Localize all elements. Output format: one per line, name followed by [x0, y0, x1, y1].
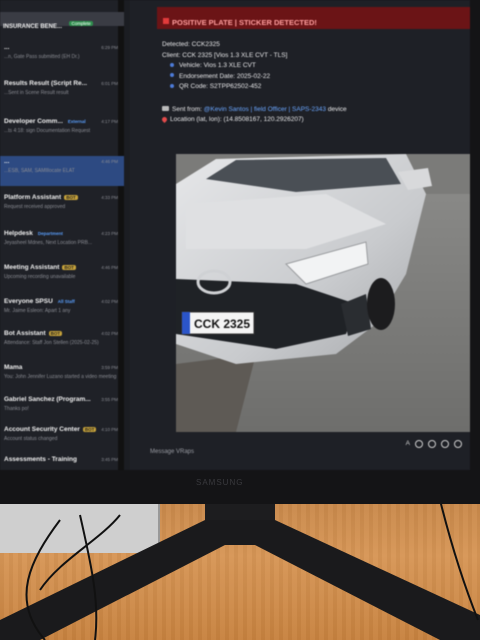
qr-value: S2TPP62502-452: [209, 83, 262, 90]
bot-badge: BOT: [64, 194, 78, 200]
sidebar-item-preview: Account status changed: [4, 436, 58, 442]
timestamp: 4:02 PM: [101, 299, 118, 304]
bot-badge: BOT: [48, 330, 63, 336]
message-composer[interactable]: Message VRaps A: [146, 432, 470, 460]
emoji-icon[interactable]: [415, 440, 423, 448]
sidebar-item-preview: ...n, Gate Pass submitted (EH Dr.): [4, 54, 80, 60]
sidebar-item-title: INSURANCE BENE...: [3, 24, 63, 30]
endorsement-label: Endorsement Date:: [179, 72, 236, 80]
timestamp: 3:55 PM: [101, 397, 118, 402]
sidebar-item-preview: Upcoming recording unavailable: [4, 274, 76, 280]
status-badge: Complete: [69, 21, 93, 27]
sent-suffix: device: [327, 105, 347, 113]
detected-value: CCK2325: [191, 41, 220, 48]
screen: INSURANCE BENE... Complete ... ...n, Gat…: [0, 0, 470, 470]
list-item[interactable]: Assessments - Training 3:45 PM: [0, 454, 124, 470]
vehicle-label: Vehicle:: [179, 62, 202, 69]
list-item[interactable]: Developer Comm... External ...ts 4:18: si…: [0, 116, 124, 146]
sidebar-item-title: Account Security Center: [4, 426, 80, 433]
sidebar-item-preview: ...Sent in Scene Result result: [4, 90, 69, 96]
timestamp: 3:59 PM: [101, 365, 118, 370]
timestamp: 6:01 PM: [101, 81, 118, 86]
sidebar-item-preview: Attendance: Staff Jon Stellen (2025-02-2…: [4, 340, 99, 346]
license-plate-text: CCK 2325: [194, 317, 250, 331]
all-staff-badge: All Staff: [57, 298, 75, 304]
list-item[interactable]: Results Result (Script Re... ...Sent in …: [0, 78, 124, 108]
endorsement-value: 2025-02-22: [236, 72, 271, 80]
alert-flag-icon: [163, 17, 169, 24]
sidebar-item-title: Platform Assistant: [4, 194, 62, 201]
timestamp: 4:17 PM: [101, 119, 118, 124]
detected-label: Detected:: [162, 41, 190, 48]
alert-title: POSITIVE PLATE | STICKER DETECTED!: [172, 18, 317, 27]
bullet-icon: [170, 73, 174, 78]
monitor: SAMSUNG INSURANCE BENE... Complete ... .…: [0, 0, 480, 504]
sidebar-item-title: Developer Comm...: [4, 118, 63, 125]
composer-toolbar: A: [406, 440, 462, 448]
timestamp: 4:46 PM: [101, 265, 118, 270]
chat-panel: POSITIVE PLATE | STICKER DETECTED! Detec…: [130, 0, 470, 470]
message-input-placeholder[interactable]: Message VRaps: [150, 449, 194, 455]
sidebar-item-preview: You: John Jennifer Luzano started a vide…: [4, 374, 117, 380]
sidebar-item-title: Everyone SPSU: [4, 298, 53, 305]
list-item[interactable]: ... ...n, Gate Pass submitted (EH Dr.) 6…: [0, 42, 124, 72]
list-item[interactable]: Everyone SPSU All Staff Mr. Jaime Esleon:…: [0, 296, 124, 326]
location-label: Location (lat, lon):: [170, 116, 222, 123]
sidebar-item-preview: Thanks po!: [4, 406, 29, 412]
timestamp: 4:46 PM: [101, 159, 118, 164]
sidebar-item-preview: ...ESB, SAM, SAMIllocate ELAT: [4, 168, 75, 174]
sidebar-item-preview: ...ts 4:18: sign Documentation Request: [4, 128, 91, 134]
car-photo-attachment[interactable]: CCK 2325: [176, 154, 470, 432]
sidebar-item-title: Helpdesk: [4, 230, 33, 237]
mention-icon[interactable]: [428, 440, 436, 448]
list-item[interactable]: Meeting Assistant BOT Upcoming recording …: [0, 262, 124, 292]
sender-mention-link[interactable]: @Kevin Santos | field Officer | SAPS-234…: [204, 106, 326, 113]
text-format-icon[interactable]: A: [406, 440, 410, 448]
sent-label: Sent from:: [172, 105, 202, 113]
timestamp: 4:02 PM: [101, 331, 118, 336]
sidebar-item-preview: Request received approved: [4, 204, 66, 210]
sidebar-item-title: Meeting Assistant: [4, 264, 60, 271]
timestamp: 4:10 PM: [101, 427, 118, 432]
add-icon[interactable]: [454, 440, 462, 448]
list-item[interactable]: Account Security Center BOT Account statu…: [0, 424, 124, 454]
qr-label: QR Code:: [179, 83, 208, 90]
photo-scene: SAMSUNG INSURANCE BENE... Complete ... .…: [0, 0, 480, 640]
external-badge: External: [67, 118, 86, 124]
client-value: CCK 2325 [Vios 1.3 XLE CVT - TLS]: [182, 51, 288, 59]
sidebar-item-preview: Jeyasheel Mdnes, Next Location PRB...: [4, 240, 93, 246]
monitor-brand: SAMSUNG: [196, 478, 244, 487]
bot-badge: BOT: [82, 426, 97, 432]
timestamp: 4:23 PM: [101, 231, 118, 236]
list-item[interactable]: Platform Assistant BOT Request received a…: [0, 192, 124, 222]
list-item[interactable]: Bot Assistant BOT Attendance: Staff Jon S…: [0, 328, 124, 358]
alert-header: POSITIVE PLATE | STICKER DETECTED!: [157, 7, 470, 29]
chat-sidebar: INSURANCE BENE... Complete ... ...n, Gat…: [0, 0, 124, 470]
timestamp: 4:33 PM: [101, 195, 118, 200]
bot-badge: BOT: [62, 264, 76, 270]
bullet-icon: [170, 83, 174, 88]
list-item[interactable]: Gabriel Sanchez (Program... Thanks po! 3…: [0, 394, 124, 424]
sidebar-item-insurance[interactable]: INSURANCE BENE... Complete: [0, 12, 124, 30]
speech-bubble-icon: [162, 106, 169, 112]
location-value: (14.8508167, 120.2926207): [223, 116, 304, 123]
sidebar-item-title: Bot Assistant: [4, 330, 46, 337]
bullet-icon: [170, 62, 174, 67]
vehicle-value: Vios 1.3 XLE CVT: [203, 62, 256, 69]
timestamp: 6:29 PM: [101, 45, 118, 50]
sidebar-item-preview: Mr. Jaime Esleon: Apart 1 any: [4, 308, 71, 314]
department-badge: Department: [37, 230, 63, 236]
client-label: Client:: [162, 51, 181, 59]
timestamp: 3:45 PM: [101, 457, 118, 462]
attach-icon[interactable]: [441, 440, 449, 448]
car-illustration: CCK 2325: [176, 154, 470, 432]
list-item[interactable]: Mama You: John Jennifer Luzano started a…: [0, 362, 124, 392]
message-body: Detected: CCK2325 Client: CCK 2325 [Vios…: [160, 40, 462, 126]
list-item[interactable]: Helpdesk Department Jeyasheel Mdnes, Next…: [0, 228, 124, 258]
location-pin-icon: [160, 115, 169, 123]
list-item-active[interactable]: ... ...ESB, SAM, SAMIllocate ELAT 4:46 P…: [0, 156, 124, 186]
